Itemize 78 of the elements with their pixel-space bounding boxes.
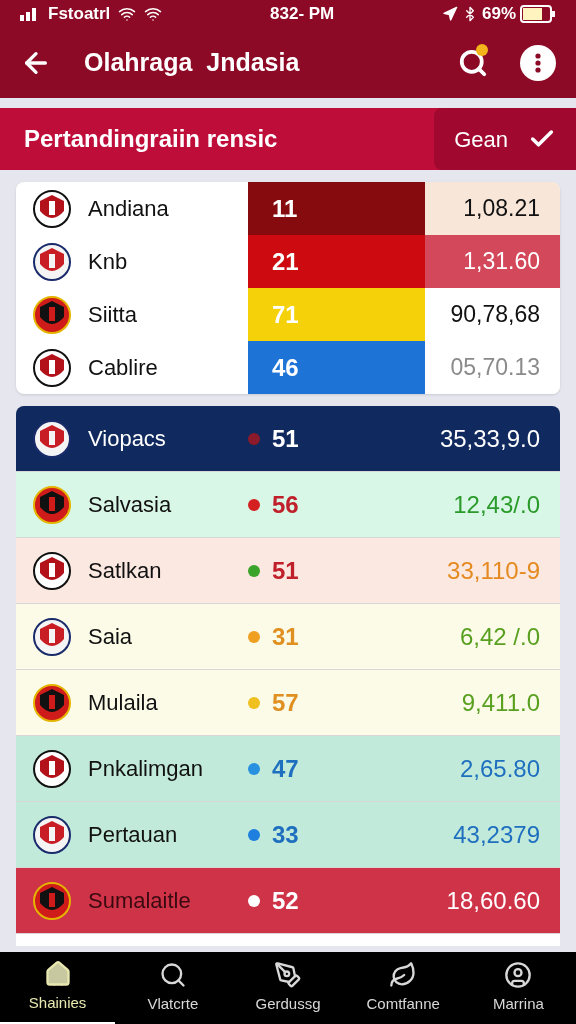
value-text: 9,411.0 <box>461 687 541 718</box>
standings-row[interactable]: Mulaila 57 9,411.0 <box>16 670 560 736</box>
score-cell: 71 <box>248 288 425 341</box>
wifi-icon <box>144 5 163 23</box>
value-text: 18,60.60 <box>446 885 541 916</box>
team-name: Andiana <box>88 195 169 223</box>
team-name: Satlkan <box>88 557 162 585</box>
value-cell: 05,70.13 <box>425 341 560 394</box>
team-name: Knb <box>88 248 128 276</box>
standings-row[interactable]: Viopacs 51 35,33,9.0 <box>16 406 560 472</box>
crest-icon <box>32 682 72 723</box>
score-cell: 21 <box>248 235 425 288</box>
team-name: Salvasia <box>88 491 172 519</box>
value-text: 33,110-9 <box>447 555 541 586</box>
value-text: 12,43/.0 <box>453 489 541 520</box>
home-icon <box>43 959 72 988</box>
score-cell: 46 <box>248 341 425 394</box>
crest-icon <box>32 616 72 657</box>
value-text: 43,2379 <box>453 819 541 850</box>
wifi-icon <box>118 5 137 23</box>
score-text: 56 <box>272 489 299 520</box>
clock-time: 832- PM <box>270 3 335 26</box>
battery-percent: 69% <box>481 3 516 26</box>
score-text: 57 <box>272 687 299 718</box>
crest-icon <box>32 550 72 591</box>
crest-icon <box>32 294 72 335</box>
score-text: 51 <box>272 555 299 586</box>
nav-tab[interactable]: Comtfanne <box>345 952 461 1024</box>
team-name: Mulaila <box>88 689 158 717</box>
score-text: 33 <box>272 819 299 850</box>
section-title: Pertandingraiin rensic <box>24 124 278 154</box>
standings-row[interactable]: Satlkan 51 33,110-9 <box>16 538 560 604</box>
value-cell: 1,08.21 <box>425 182 560 235</box>
person-icon <box>504 960 533 989</box>
team-name: Cablire <box>88 354 158 382</box>
standings-row[interactable]: Pnkalimgan 47 2,65.80 <box>16 736 560 802</box>
confirm-button[interactable]: Gean <box>434 108 576 170</box>
crest-icon <box>32 484 72 525</box>
nav-tab[interactable]: Shainies <box>0 952 116 1024</box>
standings-row[interactable]: Sumalaitle 52 18,60.60 <box>16 868 560 934</box>
pen-icon <box>274 960 302 989</box>
battery-icon <box>520 5 556 23</box>
score-text: 52 <box>272 885 299 916</box>
team-name: Pnkalimgan <box>88 755 203 783</box>
more-button[interactable] <box>520 45 556 81</box>
team-name: Sumalaitle <box>88 887 191 915</box>
nav-tab[interactable]: Vlatcrte <box>115 952 231 1024</box>
carrier-name: Fstoatrl <box>48 3 111 26</box>
crest-icon <box>32 748 72 789</box>
team-name: Pertauan <box>88 821 178 849</box>
score-text: 51 <box>272 423 299 454</box>
crest-icon <box>32 241 72 282</box>
value-cell: 1,31.60 <box>425 235 560 288</box>
search-icon <box>158 960 187 989</box>
crest-icon <box>32 347 72 388</box>
score-cell: 11 <box>248 182 425 235</box>
crest-icon <box>32 418 72 459</box>
standings-row[interactable]: Saia 31 6,42 /.0 <box>16 604 560 670</box>
standings-row[interactable]: Salvasia 56 12,43/.0 <box>16 472 560 538</box>
nav-tab[interactable]: Gerdussg <box>230 952 346 1024</box>
team-name: Viopacs <box>88 425 166 453</box>
nav-tab[interactable]: Marrina <box>460 952 576 1024</box>
leaf-icon <box>389 960 418 989</box>
app-title: Olahraga Jndasia <box>84 47 301 79</box>
value-text: 6,42 /.0 <box>459 621 541 652</box>
crest-icon <box>32 188 72 229</box>
crest-icon <box>32 880 72 921</box>
score-text: 31 <box>272 621 299 652</box>
crest-icon <box>32 814 72 855</box>
more-icon <box>535 53 541 73</box>
score-text: 47 <box>272 753 299 784</box>
value-text: 35,33,9.0 <box>439 423 541 454</box>
team-name: Siitta <box>88 301 137 329</box>
location-icon <box>441 6 458 22</box>
search-icon <box>458 48 488 78</box>
standings-row[interactable]: Pertauan 33 43,2379 <box>16 802 560 868</box>
value-text: 2,65.80 <box>459 753 541 784</box>
team-name: Saia <box>88 623 133 651</box>
